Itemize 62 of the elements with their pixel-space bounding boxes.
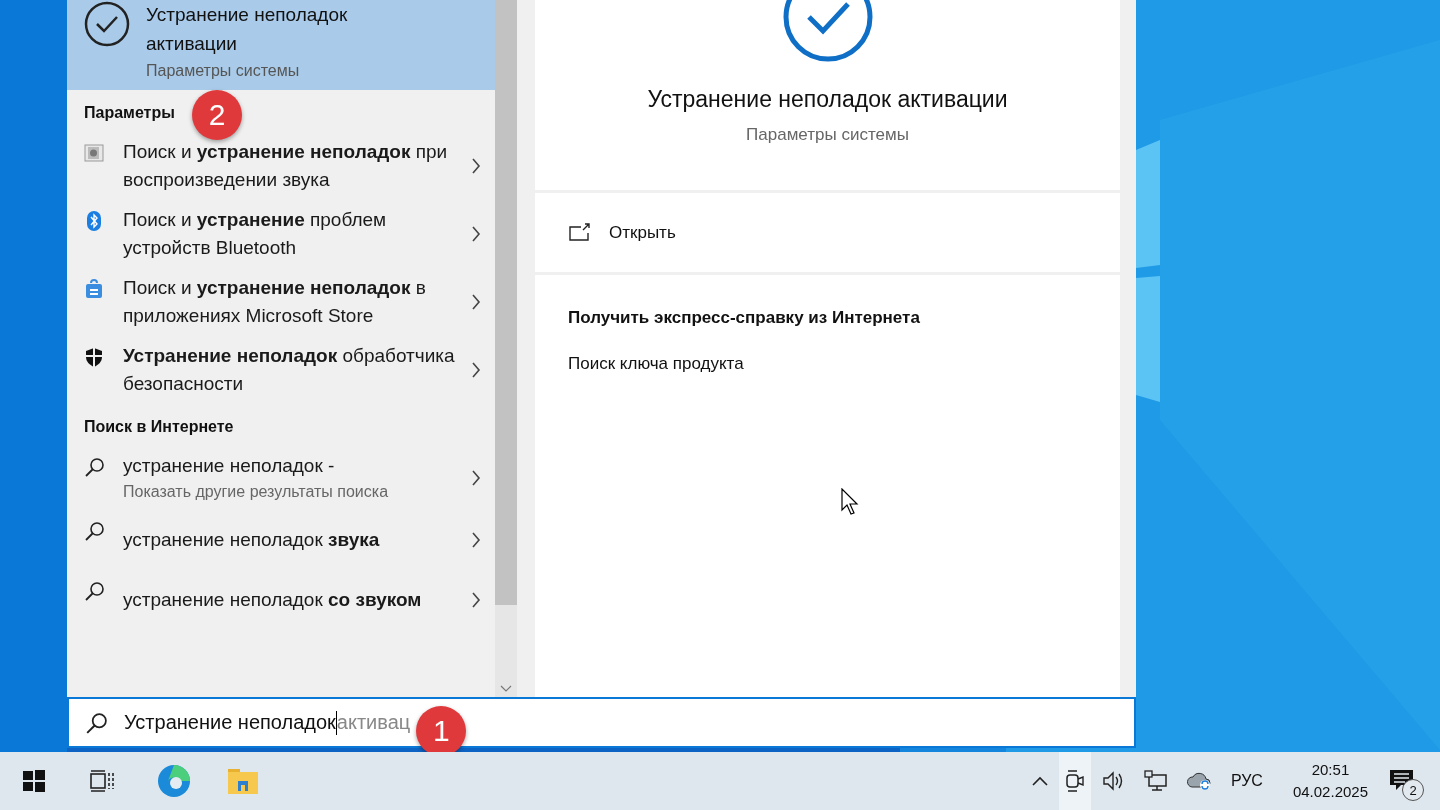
result-subtitle: Показать другие результаты поиска xyxy=(123,482,390,502)
scroll-down-icon[interactable] xyxy=(500,685,512,693)
speaker-icon xyxy=(84,143,104,163)
result-item[interactable]: Поиск и устранение проблем устройств Bluetooth xyxy=(67,200,495,268)
camera-icon xyxy=(1064,769,1085,793)
result-title: Устранение неполадок активации xyxy=(146,3,349,56)
clock-time: 20:51 xyxy=(1311,760,1350,780)
result-item[interactable]: устранение неполадок - Показать другие результаты поиска xyxy=(67,446,495,510)
browser-icon[interactable] xyxy=(157,764,191,798)
clock-date: 04.02.2025 xyxy=(1292,782,1368,802)
network-icon[interactable] xyxy=(1143,770,1168,792)
result-text: Поиск и устранение неполадок в приложениях Microsoft Store xyxy=(123,276,427,328)
result-item[interactable]: устранение неполадок со звуком xyxy=(67,570,495,630)
result-text: Поиск и устранение проблем устройств Bluetooth xyxy=(123,208,388,260)
help-heading: Получить экспресс-справку из Интернета xyxy=(568,308,920,328)
language-indicator[interactable]: РУС xyxy=(1230,772,1263,790)
chevron-right-icon xyxy=(471,158,481,174)
result-item[interactable]: Устранение неполадок активации Параметры системы xyxy=(67,0,495,90)
result-item[interactable]: устранение неполадок звука xyxy=(67,510,495,570)
folder-icon[interactable] xyxy=(227,767,259,795)
search-icon xyxy=(85,711,107,734)
cloud-sync-icon[interactable] xyxy=(1185,771,1212,791)
section-heading: Параметры xyxy=(84,104,175,121)
result-text: устранение неполадок звука xyxy=(123,528,381,552)
step-badge: 2 xyxy=(192,90,242,140)
result-item[interactable]: Поиск и устранение неполадок в приложениях Microsoft Store xyxy=(67,268,495,336)
result-text: Поиск и устранение неполадок при воспроизведении звука xyxy=(123,140,449,192)
chevron-right-icon xyxy=(471,226,481,242)
action-label: Открыть xyxy=(609,222,676,243)
detail-subtitle: Параметры системы xyxy=(746,125,909,145)
bluetooth-icon xyxy=(84,211,104,231)
chevron-right-icon xyxy=(471,294,481,310)
notifications-button[interactable]: 2 xyxy=(1382,761,1422,801)
chevron-right-icon xyxy=(471,470,481,486)
result-text: Устранение неполадок обработчика безопасности xyxy=(123,344,456,396)
clock[interactable]: 20:51 04.02.2025 xyxy=(1292,759,1368,803)
detail-title: Устранение неполадок активации xyxy=(647,86,1008,113)
help-link[interactable]: Поиск ключа продукта xyxy=(568,354,744,374)
chevron-right-icon xyxy=(471,532,481,548)
search-icon xyxy=(84,521,104,541)
chevron-right-icon xyxy=(471,592,481,608)
check-circle-icon xyxy=(83,0,131,48)
result-item[interactable]: Устранение неполадок обработчика безопасности xyxy=(67,336,495,404)
section-heading: Поиск в Интернете xyxy=(84,418,234,435)
tray-button[interactable] xyxy=(1058,752,1091,810)
notification-count: 2 xyxy=(1402,779,1424,801)
shopping-bag-icon xyxy=(84,279,104,299)
chevron-right-icon xyxy=(471,362,481,378)
shield-icon xyxy=(84,347,104,367)
open-window-icon xyxy=(568,222,592,243)
autocomplete-suggestion: активац xyxy=(336,711,411,734)
result-subtitle: Параметры системы xyxy=(146,62,301,80)
open-action[interactable]: Открыть xyxy=(535,193,1120,272)
result-text: устранение неполадок - xyxy=(123,454,336,478)
search-icon xyxy=(84,581,104,601)
chevron-up-icon[interactable] xyxy=(1031,776,1048,786)
search-icon xyxy=(84,457,104,477)
result-text: устранение неполадок со звуком xyxy=(123,588,423,612)
task-view-icon[interactable] xyxy=(89,769,115,793)
search-text: Устранение неполадок xyxy=(124,711,336,734)
windows-logo-icon[interactable] xyxy=(23,770,45,792)
pointer-icon xyxy=(841,488,861,516)
